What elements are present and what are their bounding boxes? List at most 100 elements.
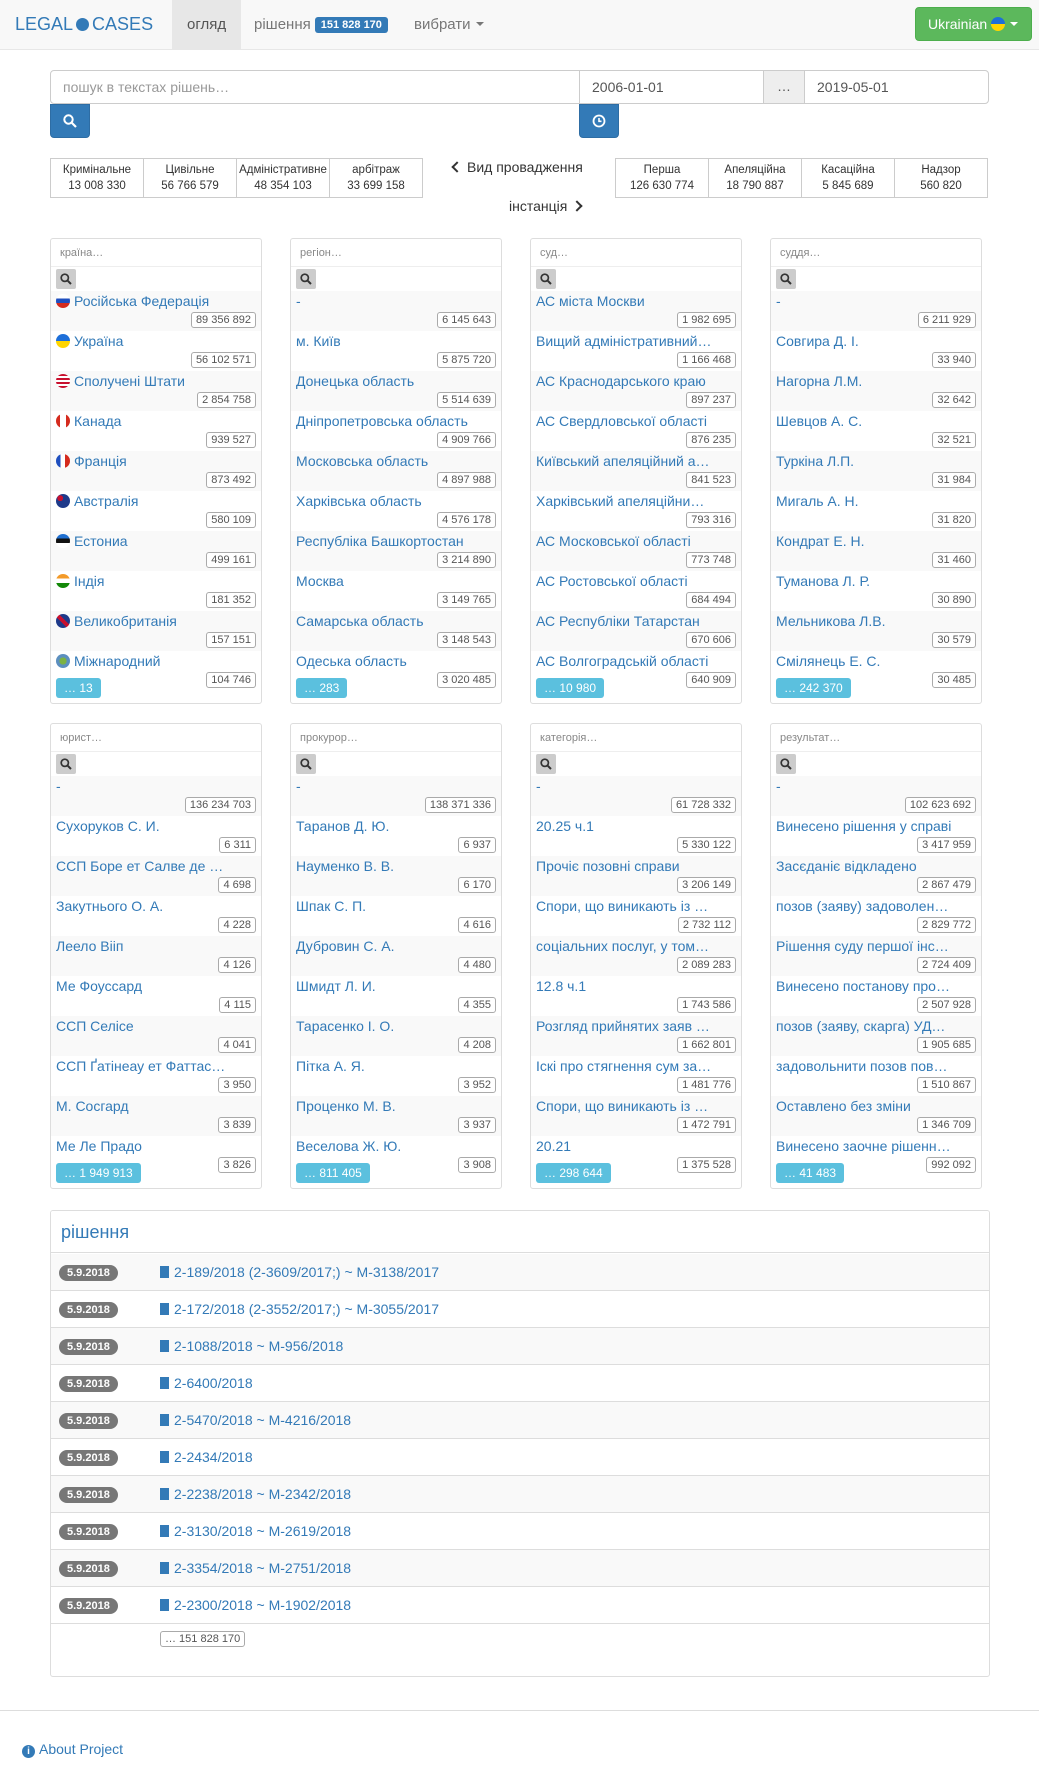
facet-item-link[interactable]: АС Волгоградській області [536,651,736,671]
facet-item[interactable]: Вищий адміністративний… 1 166 468 [531,331,741,371]
facet-item[interactable]: - 61 728 332 [531,776,741,816]
instance-supervision[interactable]: Надзор 560 820 [894,158,988,198]
facet-item-link[interactable]: Естониа [56,531,256,551]
facet-item[interactable]: Російська Федерація 89 356 892 [51,291,261,331]
facet-filter-input[interactable]: прокурор… [291,724,501,752]
facet-item-link[interactable]: позов (заяву, скарга) УД… [776,1016,976,1036]
proceeding-type-link[interactable]: Вид провадження [451,158,583,177]
date-from-input[interactable]: 2006-01-01 [579,70,764,104]
facet-item[interactable]: Франція 873 492 [51,451,261,491]
facet-filter-input[interactable]: категорія… [531,724,741,752]
facet-item-link[interactable]: Канада [56,411,256,431]
facet-item-link[interactable]: Одеська область [296,651,496,671]
facet-item-link[interactable]: АС Республіки Татарстан [536,611,736,631]
facet-item[interactable]: Мигаль А. Н. 31 820 [771,491,981,531]
facet-search-button[interactable] [296,754,316,774]
facet-item[interactable]: Індія 181 352 [51,571,261,611]
facet-item[interactable]: Нагорна Л.М. 32 642 [771,371,981,411]
facet-item[interactable]: Самарська область 3 148 543 [291,611,501,651]
instance-first[interactable]: Перша 126 630 774 [615,158,709,198]
facet-item-link[interactable]: 20.25 ч.1 [536,816,736,836]
facet-item-link[interactable]: Мигаль А. Н. [776,491,976,511]
case-type-administrative[interactable]: Адміністративне 48 354 103 [236,158,330,198]
facet-item-link[interactable]: ССП Ґатінеау ет Фаттас… [56,1056,256,1076]
facet-filter-input[interactable]: юрист… [51,724,261,752]
facet-more-button[interactable]: … 283 [296,678,348,698]
facet-item-link[interactable]: Закутнього О. А. [56,896,256,916]
facet-item-link[interactable]: Туманова Л. Р. [776,571,976,591]
facet-item[interactable]: Спори, що виникають із … 1 472 791 [531,1096,741,1136]
facet-item-link[interactable]: Шевцов А. С. [776,411,976,431]
facet-search-button[interactable] [56,754,76,774]
facet-item[interactable]: позов (заяву) задоволен… 2 829 772 [771,896,981,936]
facet-search-button[interactable] [776,754,796,774]
instance-appeal[interactable]: Апеляційна 18 790 887 [708,158,802,198]
facet-item-link[interactable]: ССП Боре ет Салве де … [56,856,256,876]
facet-item[interactable]: Дубровин С. А. 4 480 [291,936,501,976]
facet-item[interactable]: 12.8 ч.1 1 743 586 [531,976,741,1016]
facet-item-link[interactable]: Проценко М. В. [296,1096,496,1116]
facet-item[interactable]: - 136 234 703 [51,776,261,816]
search-input[interactable]: пошук в текстах рішень… [50,70,580,104]
facet-item-link[interactable]: Спори, що виникають із … [536,896,736,916]
facet-item-link[interactable]: - [56,776,256,796]
facet-item[interactable]: Естониа 499 161 [51,531,261,571]
facet-item-link[interactable]: Рішення суду першої інс… [776,936,976,956]
about-project-link[interactable]: i About Project [22,1741,123,1758]
facet-more-button[interactable]: … 13 [56,678,101,698]
facet-item[interactable]: Україна 56 102 571 [51,331,261,371]
facet-item[interactable]: задовольнити позов пов… 1 510 867 [771,1056,981,1096]
facet-item[interactable]: Таранов Д. Ю. 6 937 [291,816,501,856]
facet-item-link[interactable]: Таранов Д. Ю. [296,816,496,836]
facet-item[interactable]: Сполучені Штати 2 854 758 [51,371,261,411]
decision-link[interactable]: 2-189/2018 (2-3609/2017;) ~ М-3138/2017 [160,1263,439,1281]
facet-item[interactable]: Леело Віiп 4 126 [51,936,261,976]
facet-more-button[interactable]: … 41 483 [776,1163,845,1183]
facet-item[interactable]: Рішення суду першої інс… 2 724 409 [771,936,981,976]
facet-item-link[interactable]: соціальних послуг, у том… [536,936,736,956]
facet-search-button[interactable] [536,269,556,289]
facet-search-button[interactable] [536,754,556,774]
facet-item[interactable]: - 102 623 692 [771,776,981,816]
instance-cassation[interactable]: Касаційна 5 845 689 [801,158,895,198]
facet-item[interactable]: АС Ростовської області 684 494 [531,571,741,611]
nav-choose-dropdown[interactable]: вибрати [399,0,499,50]
facet-item[interactable]: Совгира Д. І. 33 940 [771,331,981,371]
facet-item[interactable]: Іскі про стягнення сум за… 1 481 776 [531,1056,741,1096]
decision-link[interactable]: 2-6400/2018 [160,1374,253,1392]
facet-item[interactable]: Шпак С. П. 4 616 [291,896,501,936]
facet-item[interactable]: АС Московської області 773 748 [531,531,741,571]
facet-item-link[interactable]: Нагорна Л.М. [776,371,976,391]
decision-link[interactable]: 2-172/2018 (2-3552/2017;) ~ М-3055/2017 [160,1300,439,1318]
facet-item[interactable]: Прочіє позовні справи 3 206 149 [531,856,741,896]
facet-item[interactable]: Тарасенко І. О. 4 208 [291,1016,501,1056]
facet-item-link[interactable]: АС Краснодарського краю [536,371,736,391]
facet-item[interactable]: Харківська область 4 576 178 [291,491,501,531]
facet-search-button[interactable] [296,269,316,289]
facet-item-link[interactable]: Харківська область [296,491,496,511]
facet-item[interactable]: Республіка Башкортостан 3 214 890 [291,531,501,571]
facet-item-link[interactable]: ССП Селісе [56,1016,256,1036]
facet-item-link[interactable]: Совгира Д. І. [776,331,976,351]
nav-overview[interactable]: огляд [172,0,242,50]
facet-item[interactable]: Розгляд прийнятих заяв … 1 662 801 [531,1016,741,1056]
facet-item[interactable]: Донецька область 5 514 639 [291,371,501,411]
facet-item[interactable]: АС міста Москви 1 982 695 [531,291,741,331]
facet-item-link[interactable]: Харківський апеляційни… [536,491,736,511]
facet-item-link[interactable]: Київський апеляційний а… [536,451,736,471]
facet-item-link[interactable]: АС міста Москви [536,291,736,311]
facet-item[interactable]: Кондрат Е. Н. 31 460 [771,531,981,571]
facet-item-link[interactable]: Ме Ле Прадо [56,1136,256,1156]
facet-item[interactable]: - 138 371 336 [291,776,501,816]
facet-more-button[interactable]: … 1 949 913 [56,1163,141,1183]
facet-item-link[interactable]: Винесено заочне рішенн… [776,1136,976,1156]
facet-item[interactable]: Винесено постанову про… 2 507 928 [771,976,981,1016]
facet-item-link[interactable]: Москва [296,571,496,591]
nav-decisions[interactable]: рішення 151 828 170 [239,0,403,50]
facet-item-link[interactable]: Республіка Башкортостан [296,531,496,551]
facet-filter-input[interactable]: суддя… [771,239,981,267]
date-apply-button[interactable] [579,104,619,138]
facet-item-link[interactable]: Московська область [296,451,496,471]
facet-item-link[interactable]: Франція [56,451,256,471]
facet-more-button[interactable]: … 10 980 [536,678,605,698]
